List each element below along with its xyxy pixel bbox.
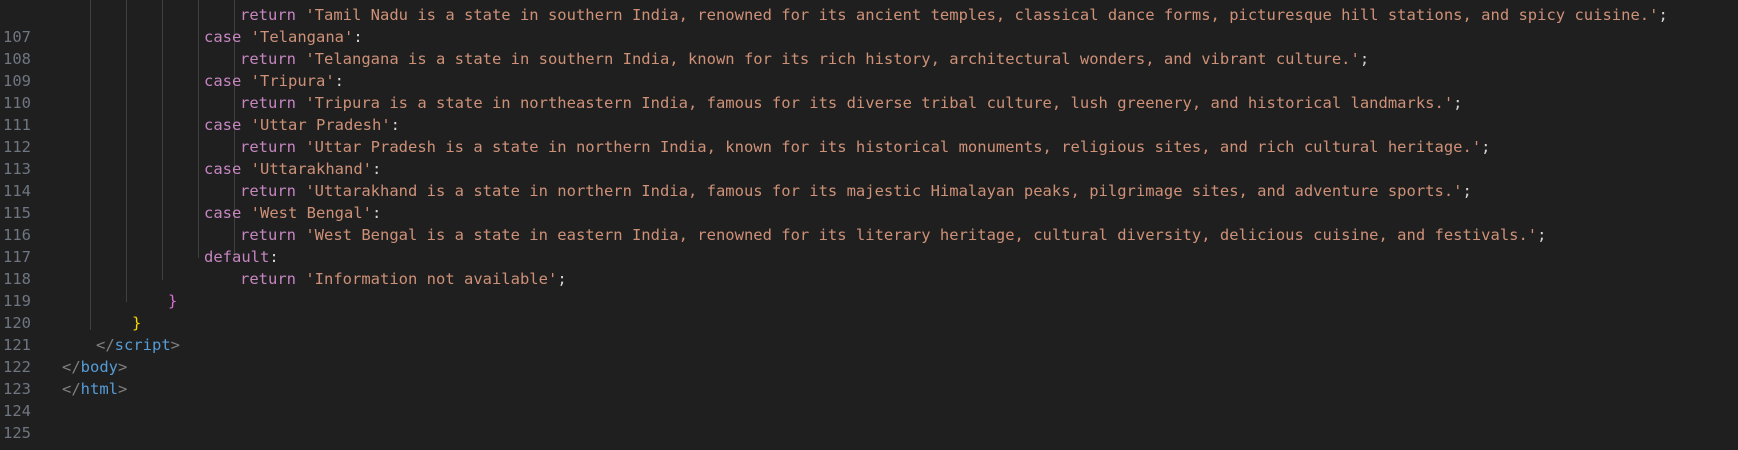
colon: : [353, 28, 363, 46]
code-line[interactable]: 114 case 'Uttarakhand': [0, 158, 1738, 200]
string-literal: 'West Bengal is a state in eastern India… [305, 226, 1538, 244]
string-literal: 'Telangana is a state in southern India,… [305, 50, 1360, 68]
keyword: return [240, 226, 296, 244]
semicolon: ; [1462, 182, 1472, 200]
string-literal: 'Tripura is a state in northeastern Indi… [305, 94, 1454, 112]
code-line[interactable]: 111 return 'Tripura is a state in northe… [0, 92, 1738, 134]
tag-open-bracket: </ [96, 336, 115, 354]
keyword: case [204, 72, 242, 90]
tag-close-bracket: > [118, 380, 128, 398]
keyword: case [204, 204, 242, 222]
tag-open-bracket: </ [62, 380, 81, 398]
code-line[interactable]: 119 return 'Information not available'; [0, 268, 1738, 310]
code-line[interactable]: 118 default: [0, 246, 1738, 288]
keyword: case [204, 28, 242, 46]
string-literal: 'Uttarakhand is a state in northern Indi… [305, 182, 1463, 200]
colon: : [372, 204, 382, 222]
semicolon: ; [1481, 138, 1491, 156]
keyword: case [204, 160, 242, 178]
keyword: return [240, 138, 296, 156]
colon: : [334, 72, 345, 90]
string-literal: 'Telangana' [250, 28, 354, 46]
code-line[interactable]: 120 } [0, 290, 1738, 332]
code-line[interactable]: 123 </body> [0, 356, 1738, 398]
line-number: 125 [3, 424, 31, 442]
string-literal: 'Uttarakhand' [250, 160, 372, 178]
closing-brace: } [168, 292, 178, 310]
semicolon: ; [557, 270, 567, 288]
keyword: return [240, 50, 296, 68]
code-line[interactable]: 112 case 'Uttar Pradesh': [0, 114, 1738, 156]
code-line[interactable]: 117 return 'West Bengal is a state in ea… [0, 224, 1738, 266]
colon: : [372, 160, 382, 178]
code-line[interactable]: 116 case 'West Bengal': [0, 202, 1738, 244]
code-line[interactable]: 108 case 'Telangana': [0, 26, 1738, 68]
keyword: return [240, 182, 296, 200]
colon: : [390, 116, 400, 134]
code-line[interactable]: 121 } [0, 312, 1738, 354]
code-line[interactable]: 124 </html> [0, 378, 1738, 420]
string-literal: 'Tripura' [250, 72, 335, 90]
code-line[interactable]: 109 return 'Telangana is a state in sout… [0, 48, 1738, 90]
keyword: case [204, 116, 242, 134]
tag-name: html [80, 380, 118, 398]
code-line[interactable]: 122 </script> [0, 334, 1738, 376]
code-editor[interactable]: 107 return 'Tamil Nadu is a state in sou… [0, 0, 1738, 450]
tag-name: script [114, 336, 171, 354]
semicolon: ; [1658, 6, 1668, 24]
tag-close-bracket: > [170, 336, 181, 354]
code-line[interactable]: 110 case 'Tripura': [0, 70, 1738, 112]
tag-close-bracket: > [118, 358, 128, 376]
keyword: return [240, 94, 296, 112]
code-line[interactable]: 125 [0, 400, 1738, 442]
code-line[interactable]: 107 return 'Tamil Nadu is a state in sou… [0, 4, 1738, 46]
code-line[interactable]: 115 return 'Uttarakhand is a state in no… [0, 180, 1738, 222]
tag-open-bracket: </ [62, 358, 81, 376]
colon: : [269, 248, 279, 266]
closing-brace: } [132, 314, 142, 332]
keyword: default [204, 248, 270, 266]
string-literal: 'Tamil Nadu is a state in southern India… [305, 6, 1659, 24]
string-literal: 'Uttar Pradesh is a state in northern In… [305, 138, 1482, 156]
string-literal: 'Information not available' [305, 270, 558, 288]
semicolon: ; [1537, 226, 1547, 244]
code-line[interactable]: 113 return 'Uttar Pradesh is a state in … [0, 136, 1738, 178]
tag-name: body [80, 358, 118, 376]
string-literal: 'Uttar Pradesh' [250, 116, 391, 134]
string-literal: 'West Bengal' [250, 204, 372, 222]
keyword: return [240, 270, 296, 288]
semicolon: ; [1453, 94, 1463, 112]
semicolon: ; [1359, 50, 1370, 68]
keyword: return [240, 6, 296, 24]
